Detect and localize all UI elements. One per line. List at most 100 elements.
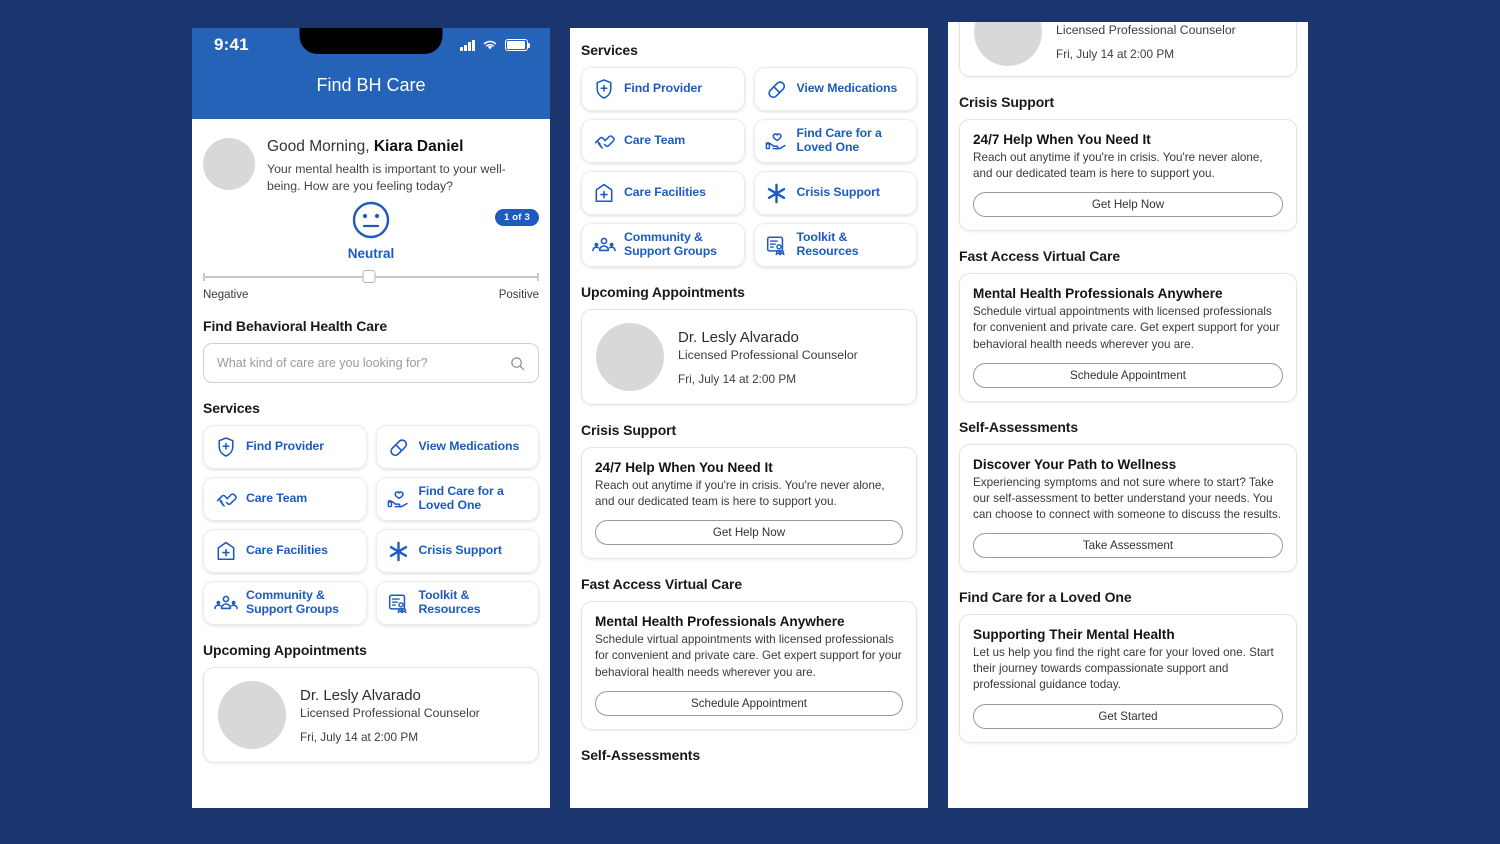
pill-capsule-icon — [387, 435, 411, 459]
appointment-card[interactable]: Dr. Lesly Alvarado Licensed Professional… — [581, 309, 917, 405]
self-assessments-heading: Self-Assessments — [581, 746, 701, 763]
appointment-card[interactable]: Dr. Lesly Alvarado Licensed Professional… — [203, 667, 539, 764]
service-card-label: Crisis Support — [418, 543, 502, 558]
provider-avatar — [974, 22, 1042, 66]
slider-label-negative: Negative — [203, 289, 249, 302]
clipboard-icon — [387, 591, 411, 615]
loved-one-title: Supporting Their Mental Health — [973, 627, 1175, 643]
get-help-now-button[interactable]: Get Help Now — [973, 192, 1283, 218]
loved-one-heading: Find Care for a Loved One — [959, 589, 1132, 606]
service-card[interactable]: View Medications — [753, 67, 917, 111]
service-card[interactable]: Toolkit & Resources — [753, 223, 917, 267]
service-card[interactable]: Care Team — [203, 477, 367, 522]
virtual-care-body: Schedule virtual appointments with licen… — [973, 305, 1280, 351]
slider-label-positive: Positive — [498, 289, 539, 302]
handshake-icon — [592, 129, 616, 153]
services-grid: Find Provider View Medications Care Team Fi… — [581, 67, 917, 267]
greeting-section: Good Morning, Kiara Daniel Your mental h… — [203, 119, 539, 194]
mood-label: Neutral — [347, 246, 395, 262]
virtual-care-body: Schedule virtual appointments with licen… — [595, 633, 902, 679]
service-card-label: Find Care for a Loved One — [418, 484, 504, 513]
search-input[interactable]: What kind of care are you looking for? — [203, 343, 539, 384]
schedule-appointment-button[interactable]: Schedule Appointment — [973, 362, 1283, 388]
appointment-card[interactable]: Dr. Lesly Alvarado Licensed Professional… — [959, 22, 1297, 77]
services-heading: Services — [203, 400, 260, 417]
service-card-label: Find Provider — [246, 439, 324, 454]
service-card-label: Care Facilities — [246, 543, 328, 558]
service-card[interactable]: Care Facilities — [203, 529, 367, 574]
pill-capsule-icon — [765, 77, 789, 101]
phone-screen-home: 9:41 Find BH Care Good Morning, Kiara Da… — [192, 28, 550, 808]
service-card-label: Care Team — [624, 133, 686, 148]
service-card-label: Care Team — [246, 491, 308, 506]
provider-role: Licensed Professional Counselor — [678, 347, 858, 362]
service-card[interactable]: Toolkit & Resources — [375, 581, 539, 626]
asterisk-icon — [765, 181, 789, 205]
screen-body-3: Dr. Lesly Alvarado Licensed Professional… — [948, 22, 1308, 743]
appointments-heading: Upcoming Appointments — [581, 284, 745, 300]
service-card[interactable]: Crisis Support — [753, 171, 917, 215]
service-card-label: View Medications — [418, 439, 520, 454]
provider-name: Dr. Lesly Alvarado — [300, 686, 421, 704]
handshake-icon — [214, 487, 238, 511]
signal-bars-icon — [460, 39, 475, 51]
mood-slider[interactable] — [203, 270, 539, 284]
service-card[interactable]: Find Provider — [203, 425, 367, 470]
phone-screen-services-scrolled: Services Find Provider View Medications Ca… — [570, 28, 928, 808]
appointment-datetime: Fri, July 14 at 2:00 PM — [300, 729, 419, 744]
asterisk-icon — [387, 539, 411, 563]
user-name: Kiara Daniel — [373, 138, 464, 155]
crisis-support-body: Reach out anytime if you're in crisis. Y… — [595, 479, 885, 509]
take-assessment-button[interactable]: Take Assessment — [973, 533, 1283, 559]
screen-body: Good Morning, Kiara Daniel Your mental h… — [192, 119, 550, 764]
hospital-plus-icon — [214, 539, 238, 563]
status-time: 9:41 — [214, 35, 249, 54]
device-notch — [299, 28, 443, 54]
people-group-icon — [592, 233, 616, 257]
crisis-support-card: 24/7 Help When You Need It Reach out any… — [581, 447, 917, 560]
self-assessments-heading: Self-Assessments — [959, 418, 1079, 435]
service-card-label: Find Provider — [624, 81, 702, 96]
service-card[interactable]: Community & Support Groups — [203, 581, 367, 626]
service-card[interactable]: Care Team — [581, 119, 745, 163]
appointments-heading: Upcoming Appointments — [203, 642, 367, 659]
greeting-line: Good Morning, Kiara Daniel — [267, 137, 539, 157]
people-group-icon — [214, 591, 238, 615]
phone-header: 9:41 Find BH Care — [192, 28, 550, 119]
service-card[interactable]: Crisis Support — [375, 529, 539, 574]
crisis-support-title: 24/7 Help When You Need It — [973, 132, 1151, 147]
schedule-appointment-button[interactable]: Schedule Appointment — [595, 690, 903, 716]
hospital-plus-icon — [592, 181, 616, 205]
shield-plus-icon — [214, 435, 238, 459]
service-card-label: Find Care for a Loved One — [796, 126, 882, 154]
get-started-button[interactable]: Get Started — [973, 703, 1283, 729]
service-card[interactable]: Find Care for a Loved One — [753, 119, 917, 163]
provider-avatar — [596, 323, 664, 391]
virtual-care-title: Mental Health Professionals Anywhere — [595, 614, 845, 630]
status-icons — [460, 39, 531, 51]
loved-one-card: Supporting Their Mental Health Let us he… — [959, 614, 1297, 743]
neutral-face-icon[interactable] — [351, 200, 391, 240]
phone-screen-resources-scrolled: Dr. Lesly Alvarado Licensed Professional… — [948, 22, 1308, 808]
search-icon[interactable] — [510, 356, 525, 371]
provider-avatar — [218, 681, 286, 750]
screen-body-2: Services Find Provider View Medications Ca… — [570, 28, 928, 763]
screens-stage: 9:41 Find BH Care Good Morning, Kiara Da… — [0, 0, 1500, 844]
service-card[interactable]: Find Care for a Loved One — [375, 477, 539, 522]
appointment-datetime: Fri, July 14 at 2:00 PM — [1056, 46, 1175, 61]
greeting-prefix: Good Morning, — [267, 138, 374, 155]
service-card[interactable]: Community & Support Groups — [581, 223, 745, 267]
clipboard-icon — [765, 233, 789, 257]
service-card-label: Crisis Support — [796, 185, 880, 200]
page-title: Find BH Care — [316, 75, 426, 95]
service-card-label: Community & Support Groups — [624, 230, 717, 258]
virtual-care-heading: Fast Access Virtual Care — [581, 576, 743, 593]
greeting-subtitle: Your mental health is important to your … — [267, 162, 506, 193]
service-card[interactable]: Care Facilities — [581, 171, 745, 215]
find-care-heading: Find Behavioral Health Care — [203, 318, 388, 335]
service-card-label: Toolkit & Resources — [796, 230, 859, 258]
service-card[interactable]: Find Provider — [581, 67, 745, 111]
slider-thumb[interactable] — [362, 270, 376, 284]
get-help-now-button[interactable]: Get Help Now — [595, 520, 903, 546]
service-card[interactable]: View Medications — [375, 425, 539, 470]
